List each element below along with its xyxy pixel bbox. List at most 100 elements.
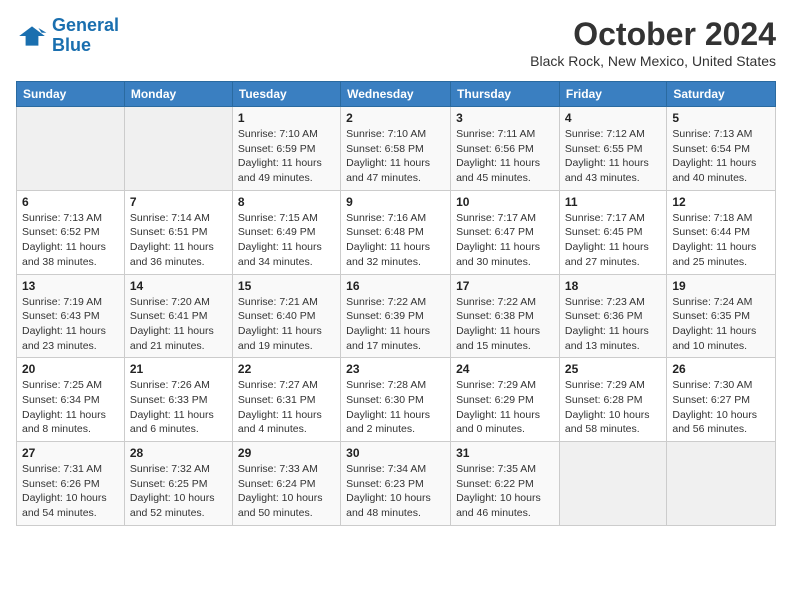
calendar-cell: 3 Sunrise: 7:11 AM Sunset: 6:56 PM Daylig…: [451, 107, 560, 191]
column-header-saturday: Saturday: [667, 82, 776, 107]
day-number: 11: [565, 195, 661, 209]
calendar-cell: 18 Sunrise: 7:23 AM Sunset: 6:36 PM Dayli…: [559, 274, 666, 358]
calendar-week-5: 27Sunrise: 7:31 AM Sunset: 6:26 PM Dayli…: [17, 442, 776, 526]
calendar-cell: 19 Sunrise: 7:24 AM Sunset: 6:35 PM Dayli…: [667, 274, 776, 358]
calendar-cell: 6 Sunrise: 7:13 AM Sunset: 6:52 PM Daylig…: [17, 190, 125, 274]
calendar-cell: 21Sunrise: 7:26 AM Sunset: 6:33 PM Dayli…: [124, 358, 232, 442]
logo: General Blue: [16, 16, 119, 56]
calendar-cell: [667, 442, 776, 526]
day-info: Sunrise: 7:17 AM Sunset: 6:47 PM Dayligh…: [456, 211, 554, 270]
day-number: 30: [346, 446, 445, 460]
calendar-cell: 24 Sunrise: 7:29 AM Sunset: 6:29 PM Dayli…: [451, 358, 560, 442]
day-number: 26: [672, 362, 770, 376]
column-header-tuesday: Tuesday: [232, 82, 340, 107]
page-header: General Blue October 2024 Black Rock, Ne…: [16, 16, 776, 69]
calendar-cell: 16Sunrise: 7:22 AM Sunset: 6:39 PM Dayli…: [341, 274, 451, 358]
day-number: 4: [565, 111, 661, 125]
calendar-cell: 10Sunrise: 7:17 AM Sunset: 6:47 PM Dayli…: [451, 190, 560, 274]
logo-icon: [16, 20, 48, 52]
day-number: 18: [565, 279, 661, 293]
day-info: Sunrise: 7:32 AM Sunset: 6:25 PM Dayligh…: [130, 462, 227, 521]
calendar-cell: 30 Sunrise: 7:34 AM Sunset: 6:23 PM Dayli…: [341, 442, 451, 526]
calendar-cell: [17, 107, 125, 191]
day-number: 15: [238, 279, 335, 293]
day-info: Sunrise: 7:28 AM Sunset: 6:30 PM Dayligh…: [346, 378, 445, 437]
day-info: Sunrise: 7:10 AM Sunset: 6:58 PM Dayligh…: [346, 127, 445, 186]
day-info: Sunrise: 7:21 AM Sunset: 6:40 PM Dayligh…: [238, 295, 335, 354]
calendar-cell: 13Sunrise: 7:19 AM Sunset: 6:43 PM Dayli…: [17, 274, 125, 358]
day-number: 7: [130, 195, 227, 209]
day-number: 27: [22, 446, 119, 460]
day-info: Sunrise: 7:34 AM Sunset: 6:23 PM Dayligh…: [346, 462, 445, 521]
calendar-cell: 9 Sunrise: 7:16 AM Sunset: 6:48 PM Daylig…: [341, 190, 451, 274]
day-info: Sunrise: 7:25 AM Sunset: 6:34 PM Dayligh…: [22, 378, 119, 437]
day-number: 5: [672, 111, 770, 125]
day-info: Sunrise: 7:11 AM Sunset: 6:56 PM Dayligh…: [456, 127, 554, 186]
day-info: Sunrise: 7:13 AM Sunset: 6:52 PM Dayligh…: [22, 211, 119, 270]
calendar-cell: 20Sunrise: 7:25 AM Sunset: 6:34 PM Dayli…: [17, 358, 125, 442]
calendar-cell: [559, 442, 666, 526]
column-header-wednesday: Wednesday: [341, 82, 451, 107]
day-info: Sunrise: 7:26 AM Sunset: 6:33 PM Dayligh…: [130, 378, 227, 437]
title-block: October 2024 Black Rock, New Mexico, Uni…: [530, 16, 776, 69]
day-number: 3: [456, 111, 554, 125]
location-title: Black Rock, New Mexico, United States: [530, 53, 776, 69]
day-info: Sunrise: 7:29 AM Sunset: 6:29 PM Dayligh…: [456, 378, 554, 437]
day-info: Sunrise: 7:22 AM Sunset: 6:38 PM Dayligh…: [456, 295, 554, 354]
calendar-cell: 22 Sunrise: 7:27 AM Sunset: 6:31 PM Dayli…: [232, 358, 340, 442]
day-number: 23: [346, 362, 445, 376]
day-number: 2: [346, 111, 445, 125]
day-info: Sunrise: 7:10 AM Sunset: 6:59 PM Dayligh…: [238, 127, 335, 186]
day-number: 25: [565, 362, 661, 376]
day-number: 17: [456, 279, 554, 293]
day-info: Sunrise: 7:14 AM Sunset: 6:51 PM Dayligh…: [130, 211, 227, 270]
calendar-week-2: 6 Sunrise: 7:13 AM Sunset: 6:52 PM Daylig…: [17, 190, 776, 274]
calendar-cell: 2 Sunrise: 7:10 AM Sunset: 6:58 PM Daylig…: [341, 107, 451, 191]
day-info: Sunrise: 7:24 AM Sunset: 6:35 PM Dayligh…: [672, 295, 770, 354]
day-number: 9: [346, 195, 445, 209]
month-title: October 2024: [530, 16, 776, 53]
calendar-cell: 29 Sunrise: 7:33 AM Sunset: 6:24 PM Dayli…: [232, 442, 340, 526]
day-number: 29: [238, 446, 335, 460]
calendar-cell: 12Sunrise: 7:18 AM Sunset: 6:44 PM Dayli…: [667, 190, 776, 274]
day-info: Sunrise: 7:29 AM Sunset: 6:28 PM Dayligh…: [565, 378, 661, 437]
day-number: 19: [672, 279, 770, 293]
column-header-sunday: Sunday: [17, 82, 125, 107]
day-number: 6: [22, 195, 119, 209]
calendar-cell: 4 Sunrise: 7:12 AM Sunset: 6:55 PM Daylig…: [559, 107, 666, 191]
calendar-cell: 5 Sunrise: 7:13 AM Sunset: 6:54 PM Daylig…: [667, 107, 776, 191]
day-info: Sunrise: 7:27 AM Sunset: 6:31 PM Dayligh…: [238, 378, 335, 437]
calendar-cell: 14 Sunrise: 7:20 AM Sunset: 6:41 PM Dayli…: [124, 274, 232, 358]
day-info: Sunrise: 7:16 AM Sunset: 6:48 PM Dayligh…: [346, 211, 445, 270]
day-info: Sunrise: 7:35 AM Sunset: 6:22 PM Dayligh…: [456, 462, 554, 521]
calendar-cell: 23 Sunrise: 7:28 AM Sunset: 6:30 PM Dayli…: [341, 358, 451, 442]
day-info: Sunrise: 7:13 AM Sunset: 6:54 PM Dayligh…: [672, 127, 770, 186]
day-number: 16: [346, 279, 445, 293]
calendar-cell: 17 Sunrise: 7:22 AM Sunset: 6:38 PM Dayli…: [451, 274, 560, 358]
calendar-table: SundayMondayTuesdayWednesdayThursdayFrid…: [16, 81, 776, 526]
day-number: 28: [130, 446, 227, 460]
calendar-cell: 27Sunrise: 7:31 AM Sunset: 6:26 PM Dayli…: [17, 442, 125, 526]
calendar-week-3: 13Sunrise: 7:19 AM Sunset: 6:43 PM Dayli…: [17, 274, 776, 358]
day-number: 22: [238, 362, 335, 376]
calendar-cell: 15 Sunrise: 7:21 AM Sunset: 6:40 PM Dayli…: [232, 274, 340, 358]
day-number: 8: [238, 195, 335, 209]
day-info: Sunrise: 7:12 AM Sunset: 6:55 PM Dayligh…: [565, 127, 661, 186]
day-info: Sunrise: 7:20 AM Sunset: 6:41 PM Dayligh…: [130, 295, 227, 354]
calendar-week-1: 1Sunrise: 7:10 AM Sunset: 6:59 PM Daylig…: [17, 107, 776, 191]
logo-text: General Blue: [52, 16, 119, 56]
day-info: Sunrise: 7:23 AM Sunset: 6:36 PM Dayligh…: [565, 295, 661, 354]
day-number: 14: [130, 279, 227, 293]
calendar-cell: [124, 107, 232, 191]
calendar-cell: 7 Sunrise: 7:14 AM Sunset: 6:51 PM Daylig…: [124, 190, 232, 274]
day-number: 24: [456, 362, 554, 376]
column-header-monday: Monday: [124, 82, 232, 107]
day-number: 31: [456, 446, 554, 460]
calendar-header-row: SundayMondayTuesdayWednesdayThursdayFrid…: [17, 82, 776, 107]
calendar-cell: 1Sunrise: 7:10 AM Sunset: 6:59 PM Daylig…: [232, 107, 340, 191]
calendar-cell: 11Sunrise: 7:17 AM Sunset: 6:45 PM Dayli…: [559, 190, 666, 274]
calendar-cell: 26 Sunrise: 7:30 AM Sunset: 6:27 PM Dayli…: [667, 358, 776, 442]
day-info: Sunrise: 7:30 AM Sunset: 6:27 PM Dayligh…: [672, 378, 770, 437]
day-info: Sunrise: 7:33 AM Sunset: 6:24 PM Dayligh…: [238, 462, 335, 521]
day-number: 12: [672, 195, 770, 209]
